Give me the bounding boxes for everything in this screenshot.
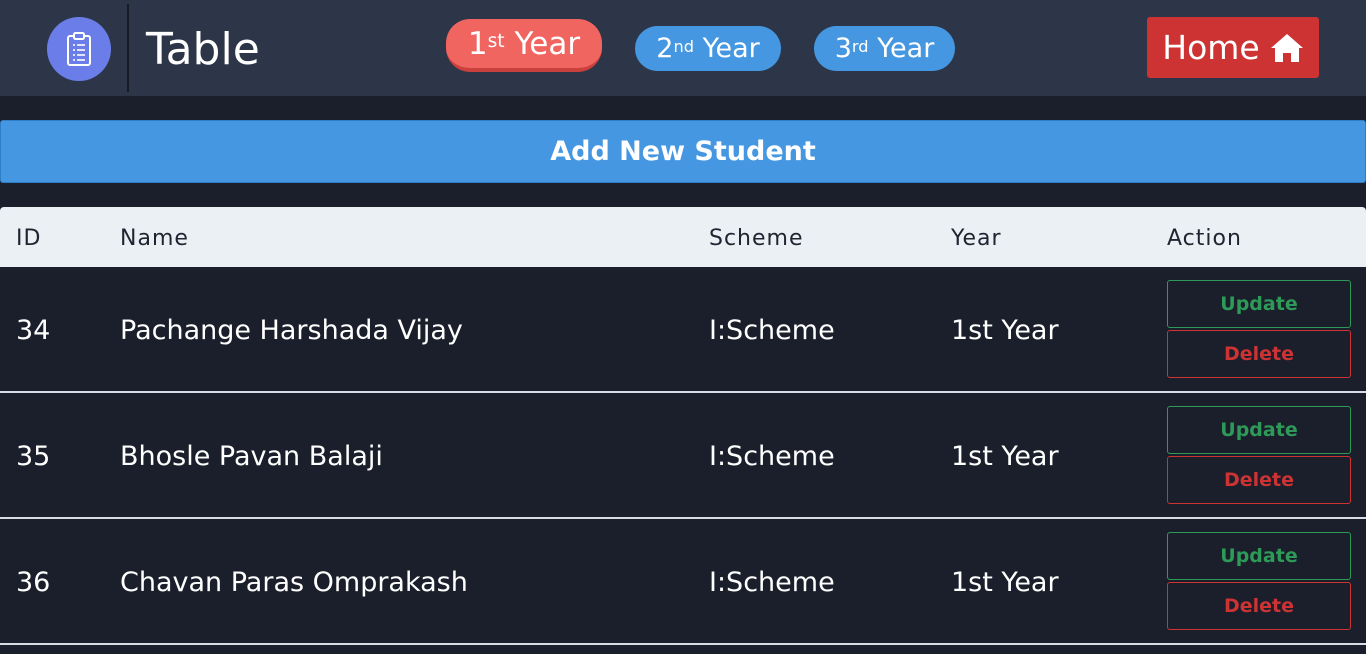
year-tab-3rd[interactable]: 3rd Year	[814, 26, 955, 71]
header-action: Action	[1167, 226, 1242, 251]
cell-id: 34	[16, 315, 51, 346]
year-tab-word: Year	[693, 33, 760, 64]
year-tab-number: 2	[656, 33, 674, 64]
nav-divider	[127, 4, 129, 92]
header-name: Name	[120, 226, 189, 251]
year-tab-number: 3	[834, 33, 852, 64]
cell-id: 35	[16, 441, 51, 472]
header-id: ID	[16, 226, 42, 251]
year-tab-suffix: rd	[851, 37, 869, 56]
home-button[interactable]: Home	[1147, 17, 1319, 78]
delete-button[interactable]: Delete	[1167, 582, 1351, 630]
table-row: 34 Pachange Harshada Vijay I:Scheme 1st …	[0, 267, 1366, 393]
logo[interactable]	[47, 17, 111, 81]
year-tab-suffix: st	[487, 31, 505, 52]
header-scheme: Scheme	[709, 226, 804, 251]
delete-button[interactable]: Delete	[1167, 456, 1351, 504]
year-tab-word: Year	[868, 33, 935, 64]
cell-name: Bhosle Pavan Balaji	[120, 441, 383, 472]
cell-year: 1st Year	[951, 315, 1059, 346]
year-tab-1st[interactable]: 1st Year	[446, 19, 602, 72]
table-row: 36 Chavan Paras Omprakash I:Scheme 1st Y…	[0, 519, 1366, 645]
page-title: Table	[146, 24, 260, 75]
cell-year: 1st Year	[951, 567, 1059, 598]
add-new-student-button[interactable]: Add New Student	[0, 120, 1366, 183]
update-button[interactable]: Update	[1167, 280, 1351, 328]
cell-id: 36	[16, 567, 51, 598]
cell-scheme: I:Scheme	[709, 441, 835, 472]
clipboard-icon	[67, 32, 91, 66]
year-tab-2nd[interactable]: 2nd Year	[635, 26, 781, 71]
table-row: 35 Bhosle Pavan Balaji I:Scheme 1st Year…	[0, 393, 1366, 519]
update-button[interactable]: Update	[1167, 406, 1351, 454]
navbar: Table 1st Year 2nd Year 3rd Year Home	[0, 0, 1366, 96]
table-header: ID Name Scheme Year Action	[0, 207, 1366, 267]
update-button[interactable]: Update	[1167, 532, 1351, 580]
cell-scheme: I:Scheme	[709, 567, 835, 598]
year-tab-suffix: nd	[673, 37, 694, 56]
header-year: Year	[951, 226, 1002, 251]
home-icon	[1270, 33, 1303, 62]
year-tab-number: 1	[467, 25, 488, 62]
delete-button[interactable]: Delete	[1167, 330, 1351, 378]
cell-name: Pachange Harshada Vijay	[120, 315, 463, 346]
cell-name: Chavan Paras Omprakash	[120, 567, 468, 598]
cell-scheme: I:Scheme	[709, 315, 835, 346]
year-tab-word: Year	[504, 25, 581, 62]
home-button-label: Home	[1162, 28, 1260, 67]
cell-year: 1st Year	[951, 441, 1059, 472]
